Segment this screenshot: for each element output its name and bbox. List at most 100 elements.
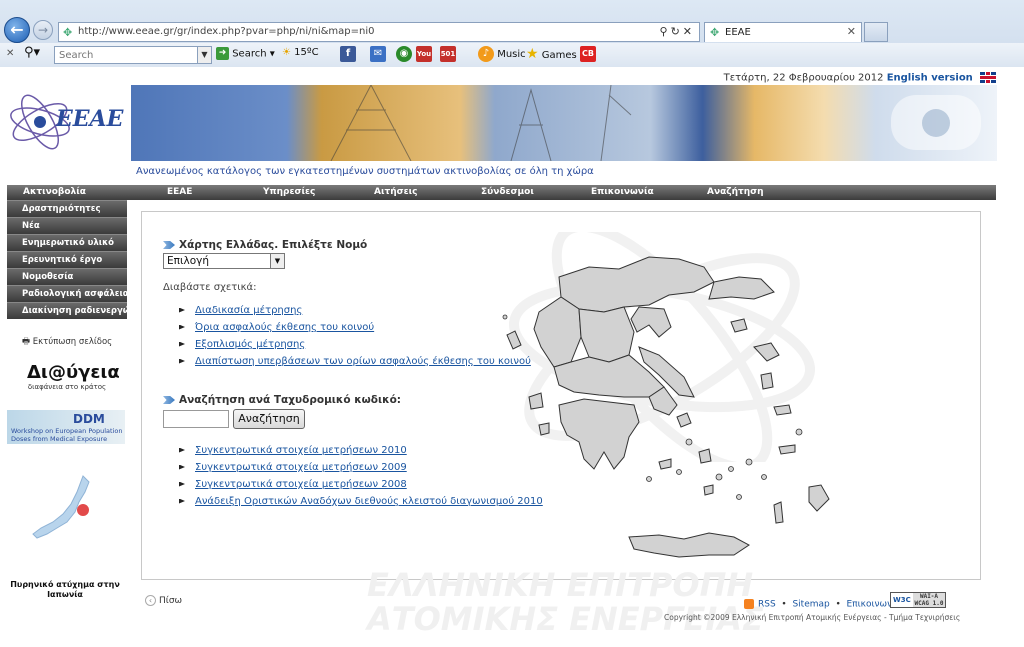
toolbar-search-button[interactable]: ➜ Search ▾ [216,47,275,60]
map-region-thessaly[interactable] [578,306,635,363]
tagline[interactable]: Ανανεωμένος κατάλογος των εγκατεστημένων… [136,166,594,177]
print-page-link[interactable]: 🖶 Εκτύπωση σελίδος [22,336,112,350]
chevron-down-icon[interactable]: ▼ [270,254,284,268]
chevron-down-icon[interactable]: ▼ [197,47,211,63]
map-region-crete[interactable] [628,532,750,558]
stop-icon[interactable]: ✕ [683,25,695,38]
cb-icon[interactable]: CB [580,46,596,62]
nav-item-search[interactable]: Αναζήτηση [707,187,764,197]
sidebar-item-legislation[interactable]: Νομοθεσία [7,268,127,285]
search-icon[interactable]: ⚲▾ [24,45,40,60]
music-button[interactable]: ♪ Music [478,46,526,62]
map-islet[interactable] [736,494,742,500]
map-region-naxos[interactable] [698,448,712,464]
rss-link[interactable]: RSS [758,600,776,610]
map-region-kefalonia[interactable] [528,392,544,410]
sitemap-link[interactable]: Sitemap [792,600,829,610]
link-limit-violations[interactable]: Διαπίστωση υπερβάσεων των ορίων ασφαλούς… [195,356,531,367]
toolbar-search-input[interactable] [55,47,195,63]
nav-item-links[interactable]: Σύνδεσμοι [481,187,534,197]
map-islet[interactable] [728,466,734,472]
app-icon[interactable]: ◉ [396,46,412,62]
facebook-icon[interactable]: f [340,46,356,62]
map-region-kerkyra[interactable] [506,330,522,350]
zip-code-input[interactable] [163,410,229,428]
prefecture-select[interactable]: Επιλογή ▼ [163,253,285,269]
map-region-rhodes[interactable] [808,484,830,512]
map-region-lesvos[interactable] [753,342,780,362]
sidebar-item-research[interactable]: Ερευνητικό έργο [7,251,127,268]
close-toolbar-icon[interactable]: ✕ [6,48,14,59]
notification-icon[interactable]: 501 [440,46,456,62]
nav-item-applications[interactable]: Αιτήσεις [374,187,417,197]
new-tab-button[interactable] [864,22,888,42]
map-region-zakynthos[interactable] [538,422,550,436]
mail-icon[interactable]: ✉ [370,46,386,62]
map-islet[interactable] [676,469,682,475]
games-button[interactable]: ★ Games [526,46,577,62]
greece-map[interactable] [499,237,839,572]
ddm-logo: DDM [73,412,105,426]
sidebar-item-news[interactable]: Νέα [7,217,127,234]
map-islet[interactable] [745,458,753,466]
nav-item-contact[interactable]: Επικοινωνία [591,187,654,197]
english-version-link[interactable]: English version [887,73,973,84]
link-stats-2010[interactable]: Συγκεντρωτικά στοιχεία μετρήσεων 2010 [195,445,407,456]
search-icon[interactable]: ⚲ [660,25,671,38]
nav-item-services[interactable]: Υπηρεσίες [263,187,315,197]
site-logo[interactable]: ΕΕΑΕ [6,80,130,162]
toolbar-search-field[interactable]: ▼ [54,46,212,64]
link-measurement-equipment[interactable]: Εξοπλισμός μέτρησης [195,339,305,350]
map-region-thrace[interactable] [708,276,775,300]
map-islet[interactable] [502,314,508,320]
sidebar-item-radiological-safety[interactable]: Ραδιολογική ασφάλεια [7,285,127,302]
browser-tab[interactable]: ✥ ΕΕΑΕ ✕ [704,22,862,42]
address-actions[interactable]: ⚲↻✕ [660,25,696,38]
map-islet[interactable] [761,474,767,480]
w3c-wcag-badge[interactable]: W3C WAI-A WCAG 1.0 [890,592,946,608]
japan-accident-caption[interactable]: Πυρηνικό ατύχημα στην Ιαπωνία [10,580,120,600]
back-button[interactable]: ← [4,17,30,43]
rss-icon[interactable] [744,599,754,609]
url-text[interactable]: http://www.eeae.gr/gr/index.php?pvar=php… [78,26,375,37]
link-tender-2010[interactable]: Ανάδειξη Οριστικών Αναδόχων διεθνούς κλε… [195,496,543,507]
map-region-peloponnese[interactable] [558,398,640,470]
map-region-andros[interactable] [676,412,692,428]
back-link[interactable]: ‹ Πίσω [145,595,182,606]
zip-search-button[interactable]: Αναζήτηση [233,409,305,429]
tab-close-icon[interactable]: ✕ [847,25,856,38]
map-region-milos[interactable] [658,458,672,470]
map-region-north[interactable] [558,256,715,313]
map-region-santorini[interactable] [703,484,714,496]
map-islet[interactable] [795,428,803,436]
map-region-karpathos[interactable] [773,501,784,524]
map-region-chios[interactable] [760,372,774,390]
ddm-banner[interactable]: DDM Workshop on European Population Dose… [7,410,125,444]
weather-widget[interactable]: ☀ 15ºC [282,47,319,58]
japan-map-icon[interactable] [27,472,99,544]
nav-item-radiation[interactable]: Ακτινοβολία [23,187,86,197]
map-islet[interactable] [715,473,723,481]
map-islet[interactable] [685,438,693,446]
map-region-chalkidiki[interactable] [630,306,672,338]
sidebar-item-radioactive-transport[interactable]: Διακίνηση ραδιενεργών [7,302,127,319]
map-islet[interactable] [646,476,652,482]
link-stats-2008[interactable]: Συγκεντρωτικά στοιχεία μετρήσεων 2008 [195,479,407,490]
map-region-kos[interactable] [778,444,796,455]
address-bar[interactable]: ✥ http://www.eeae.gr/gr/index.php?pvar=p… [58,22,700,42]
map-region-lemnos[interactable] [730,318,748,333]
address-row: ← → ✥ http://www.eeae.gr/gr/index.php?pv… [0,0,1024,43]
diavgeia-banner[interactable]: Δι@ύγεια διαφάνεια στο κράτος [27,362,120,391]
map-region-epirus[interactable] [533,296,582,368]
sidebar-item-info-material[interactable]: Ενημερωτικό υλικό [7,234,127,251]
forward-button[interactable]: → [33,20,53,40]
sidebar-item-activities[interactable]: Δραστηριότητες [7,200,127,217]
uk-flag-icon[interactable] [980,72,996,83]
youtube-icon[interactable]: You [416,46,432,62]
link-measurement-procedure[interactable]: Διαδικασία μέτρησης [195,305,302,316]
refresh-icon[interactable]: ↻ [671,25,683,38]
link-stats-2009[interactable]: Συγκεντρωτικά στοιχεία μετρήσεων 2009 [195,462,407,473]
nav-item-eeae[interactable]: ΕΕΑΕ [167,187,192,197]
link-exposure-limits[interactable]: Όρια ασφαλούς έκθεσης του κοινού [195,322,374,333]
map-region-samos[interactable] [773,404,792,416]
